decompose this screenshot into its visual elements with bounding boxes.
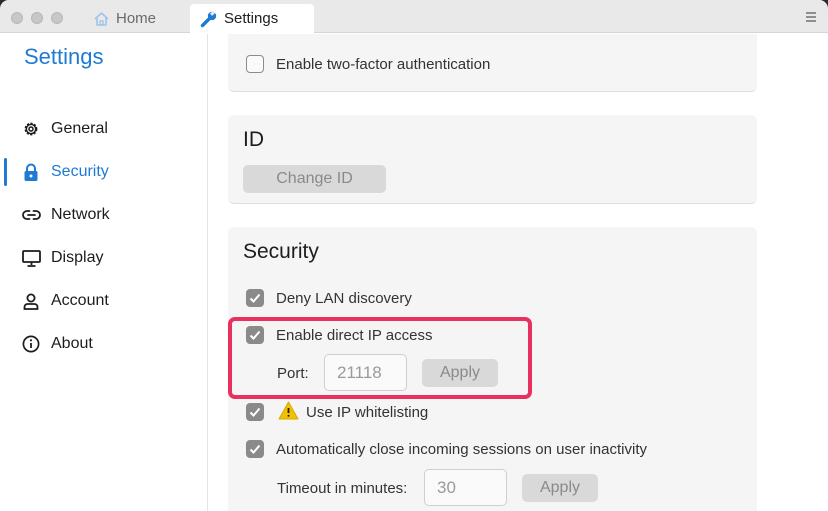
security-title: Security <box>243 240 319 263</box>
info-icon <box>21 334 41 354</box>
sidebar-item-security[interactable]: Security <box>0 154 207 190</box>
sidebar-item-general[interactable]: General <box>0 111 207 147</box>
tab-home[interactable]: Home <box>93 4 156 33</box>
sidebar-item-label: General <box>51 120 108 137</box>
auto-close-checkbox[interactable] <box>246 440 264 458</box>
port-label: Port: <box>277 365 309 382</box>
monitor-icon <box>21 248 41 268</box>
minimize-window-button[interactable] <box>31 12 43 24</box>
title-bar: Home Settings <box>0 0 828 33</box>
person-icon <box>21 291 41 311</box>
auto-close-label: Automatically close incoming sessions on… <box>276 441 647 458</box>
lock-icon <box>21 162 41 182</box>
deny-lan-checkbox[interactable] <box>246 289 264 307</box>
direct-ip-label: Enable direct IP access <box>276 327 433 344</box>
deny-lan-label: Deny LAN discovery <box>276 290 412 307</box>
sidebar-item-label: Network <box>51 206 110 223</box>
settings-window: Home Settings Settings General Security <box>0 0 828 511</box>
security-card: Security Deny LAN discovery Enable direc… <box>228 227 757 511</box>
warning-icon <box>278 401 299 425</box>
settings-content: Enable two-factor authentication ID Chan… <box>209 34 828 511</box>
sidebar-item-label: About <box>51 335 93 352</box>
timeout-apply-button[interactable]: Apply <box>522 474 598 502</box>
sidebar-item-about[interactable]: About <box>0 326 207 362</box>
gear-icon <box>21 119 41 139</box>
id-card: ID Change ID <box>228 115 757 204</box>
sidebar-item-network[interactable]: Network <box>0 197 207 233</box>
sidebar-item-label: Security <box>51 163 109 180</box>
tab-home-label: Home <box>116 10 157 27</box>
change-id-button[interactable]: Change ID <box>243 165 386 193</box>
tab-settings[interactable]: Settings <box>190 4 314 33</box>
id-title: ID <box>243 128 264 151</box>
whitelist-checkbox[interactable] <box>246 403 264 421</box>
maximize-window-button[interactable] <box>51 12 63 24</box>
link-icon <box>21 205 41 225</box>
sidebar-item-label: Account <box>51 292 109 309</box>
sidebar: Settings General Security Network Displa… <box>0 34 208 511</box>
wrench-icon <box>200 10 218 28</box>
sidebar-item-account[interactable]: Account <box>0 283 207 319</box>
direct-ip-checkbox[interactable] <box>246 326 264 344</box>
port-input[interactable]: 21118 <box>324 354 407 391</box>
port-apply-button[interactable]: Apply <box>422 359 498 387</box>
home-icon <box>93 11 110 27</box>
sidebar-item-label: Display <box>51 249 104 266</box>
timeout-label: Timeout in minutes: <box>277 480 408 497</box>
hamburger-menu-icon[interactable] <box>806 12 816 24</box>
twofa-label: Enable two-factor authentication <box>276 56 491 73</box>
twofa-card: Enable two-factor authentication <box>228 34 757 92</box>
sidebar-title: Settings <box>24 44 104 69</box>
whitelist-label: Use IP whitelisting <box>306 404 429 421</box>
sidebar-item-display[interactable]: Display <box>0 240 207 276</box>
close-window-button[interactable] <box>11 12 23 24</box>
tab-settings-label: Settings <box>224 10 279 27</box>
timeout-input[interactable]: 30 <box>424 469 507 506</box>
twofa-checkbox[interactable] <box>246 55 264 73</box>
